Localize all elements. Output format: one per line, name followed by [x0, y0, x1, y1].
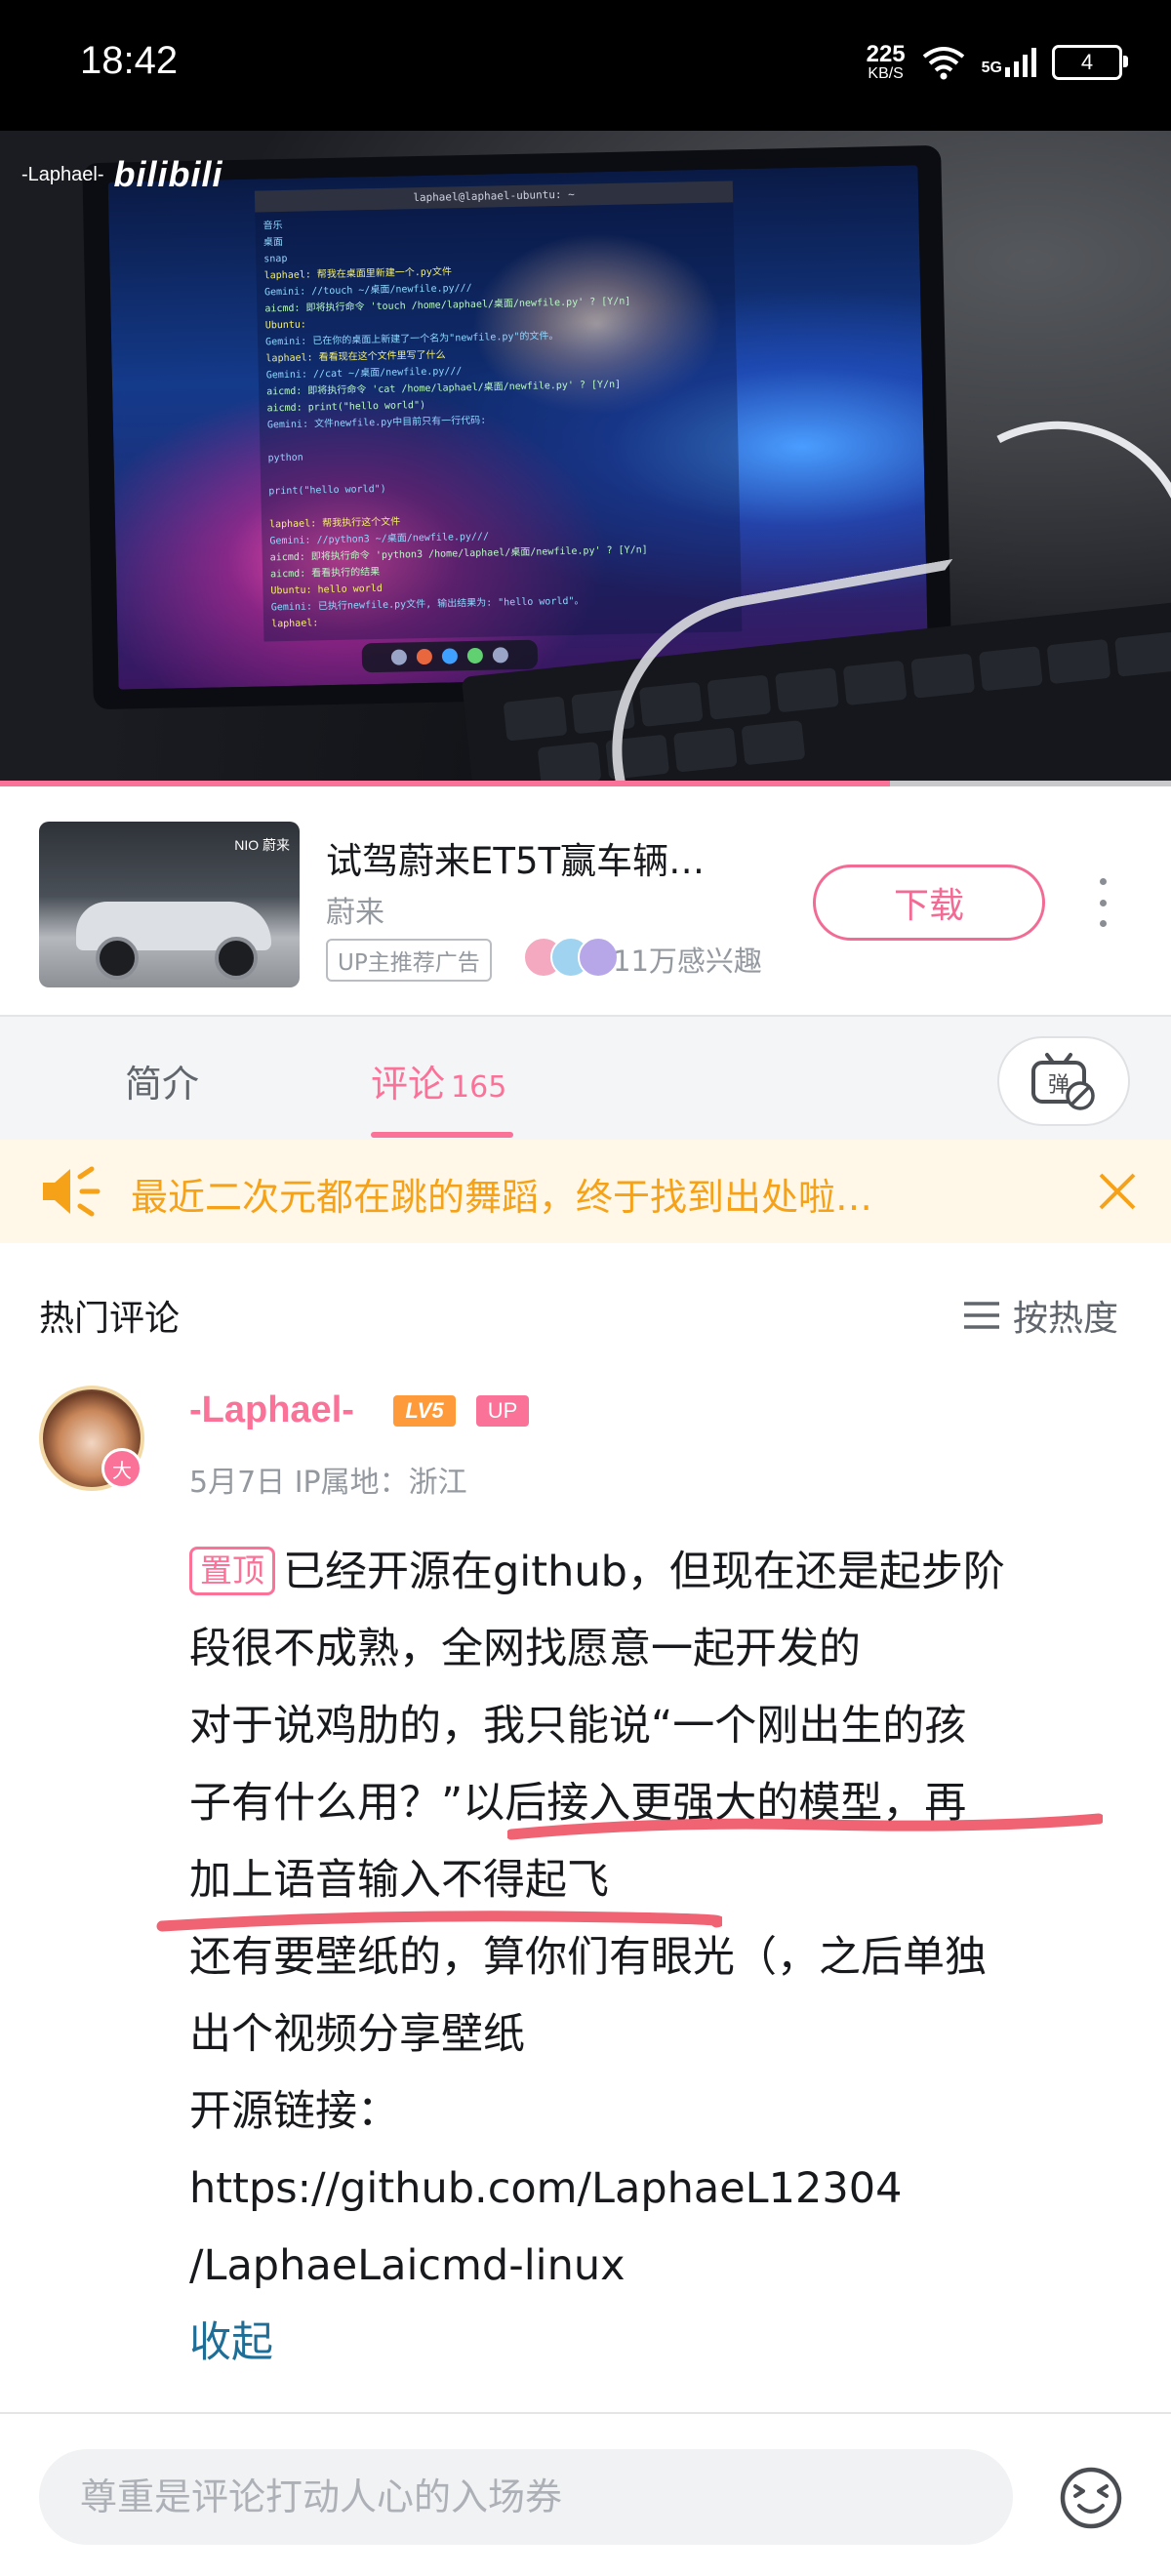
ad-download-button[interactable]: 下载: [813, 865, 1045, 941]
avatar-badge: 大: [101, 1448, 142, 1489]
comment-body[interactable]: 置顶 已经开源在github，但现在还是起步阶 段很不成熟，全网找愿意一起开发的 …: [189, 1534, 1146, 2382]
bilibili-logo: bilibili: [113, 154, 223, 194]
comment-text: 对于说鸡肋的，我只能说“一个刚出生的孩: [189, 1702, 967, 1751]
tab-comments-count: 165: [451, 1070, 507, 1105]
sort-icon: [964, 1302, 999, 1329]
battery-level: 4: [1080, 50, 1094, 74]
network-speed: 225 KB/S: [867, 43, 906, 82]
comment-meta: 5月7日 IP属地：浙江: [189, 1466, 467, 1500]
ad-badge: UP主推荐广告: [326, 939, 492, 982]
comment-text: 已经开源在github，但现在还是起步阶: [283, 1548, 1005, 1596]
github-link[interactable]: https://github.com/LaphaeL12304: [189, 2151, 1146, 2228]
collapse-link[interactable]: 收起: [189, 2305, 1146, 2382]
comment-input-bar: 尊重是评论打动人心的入场券: [0, 2412, 1171, 2576]
close-icon[interactable]: [1097, 1171, 1138, 1212]
comment-username[interactable]: -Laphael-: [189, 1389, 354, 1431]
watermark-user: -Laphael-: [21, 163, 104, 185]
notice-text[interactable]: 最近二次元都在跳的舞蹈，终于找到出处啦…: [131, 1167, 1048, 1221]
car-wheel: [96, 937, 139, 980]
highlight-underline: [156, 1911, 722, 1932]
ad-interest-count: 11万感兴趣: [613, 945, 762, 978]
up-badge: UP: [476, 1395, 529, 1427]
car-wheel: [215, 937, 258, 980]
ad-interest-avatars: [523, 937, 619, 978]
tab-active-indicator: [371, 1132, 513, 1138]
video-watermark: -Laphael- bilibili: [21, 154, 223, 195]
battery-icon: 4: [1052, 45, 1128, 80]
ad-title[interactable]: 试驾蔚来ET5T赢车辆…: [326, 831, 775, 884]
hot-comments-title: 热门评论: [39, 1299, 181, 1339]
status-time: 18:42: [80, 39, 179, 82]
notice-bar[interactable]: 最近二次元都在跳的舞蹈，终于找到出处啦…: [0, 1140, 1171, 1243]
comment-line: 置顶 已经开源在github，但现在还是起步阶: [189, 1534, 1146, 1611]
emoji-icon[interactable]: [1058, 2465, 1124, 2531]
danmaku-toggle-button[interactable]: 弹: [997, 1036, 1130, 1126]
terminal-window: 音乐 桌面 snap laphael: 帮我在桌面里新建一个.py文件 Gemini: …: [255, 202, 743, 642]
github-link-cont[interactable]: /LaphaeLaicmd-linux: [189, 2228, 1146, 2305]
content-tabs: 简介 评论 165 弹: [0, 1015, 1171, 1140]
comment-text: 出个视频分享壁纸: [189, 2010, 525, 2059]
comment-input[interactable]: 尊重是评论打动人心的入场券: [39, 2449, 1013, 2545]
status-bar: 18:42 225 KB/S 5G 4: [0, 0, 1171, 131]
comment-text: 段很不成熟，全网找愿意一起开发的: [189, 1625, 861, 1673]
more-options-icon[interactable]: [1093, 878, 1112, 927]
status-icons: 225 KB/S 5G 4: [867, 43, 1128, 82]
sort-label: 按热度: [1013, 1299, 1119, 1339]
ad-brand: 蔚来: [326, 896, 384, 930]
danmaku-off-icon: 弹: [1031, 1053, 1095, 1110]
tab-comments-label: 评论: [371, 1063, 446, 1106]
signal-icon: [1005, 48, 1036, 77]
tab-intro[interactable]: 简介: [125, 1054, 199, 1107]
pinned-badge: 置顶: [189, 1547, 275, 1595]
wifi-icon: [922, 47, 964, 80]
network-speed-unit: KB/S: [868, 65, 904, 82]
ad-thumb-tag: NIO 蔚来: [234, 837, 290, 853]
desktop-dock: [361, 639, 539, 673]
tab-comments[interactable]: 评论 165: [371, 1054, 506, 1107]
sort-button[interactable]: 按热度: [962, 1290, 1118, 1341]
highlight-underline: [507, 1813, 1103, 1840]
video-player[interactable]: laphael@laphael-ubuntu: ~ 音乐 桌面 snap laphae…: [0, 131, 1171, 783]
level-badge: LV5: [393, 1395, 456, 1427]
ad-card[interactable]: NIO 蔚来 试驾蔚来ET5T赢车辆… 蔚来 UP主推荐广告 11万感兴趣 下载: [0, 786, 1171, 1013]
ad-thumbnail[interactable]: NIO 蔚来: [39, 822, 300, 987]
network-type: 5G: [981, 60, 1002, 76]
network-speed-value: 225: [866, 41, 906, 67]
comment-text: 开源链接：: [189, 2087, 399, 2136]
speaker-icon: [43, 1166, 101, 1217]
